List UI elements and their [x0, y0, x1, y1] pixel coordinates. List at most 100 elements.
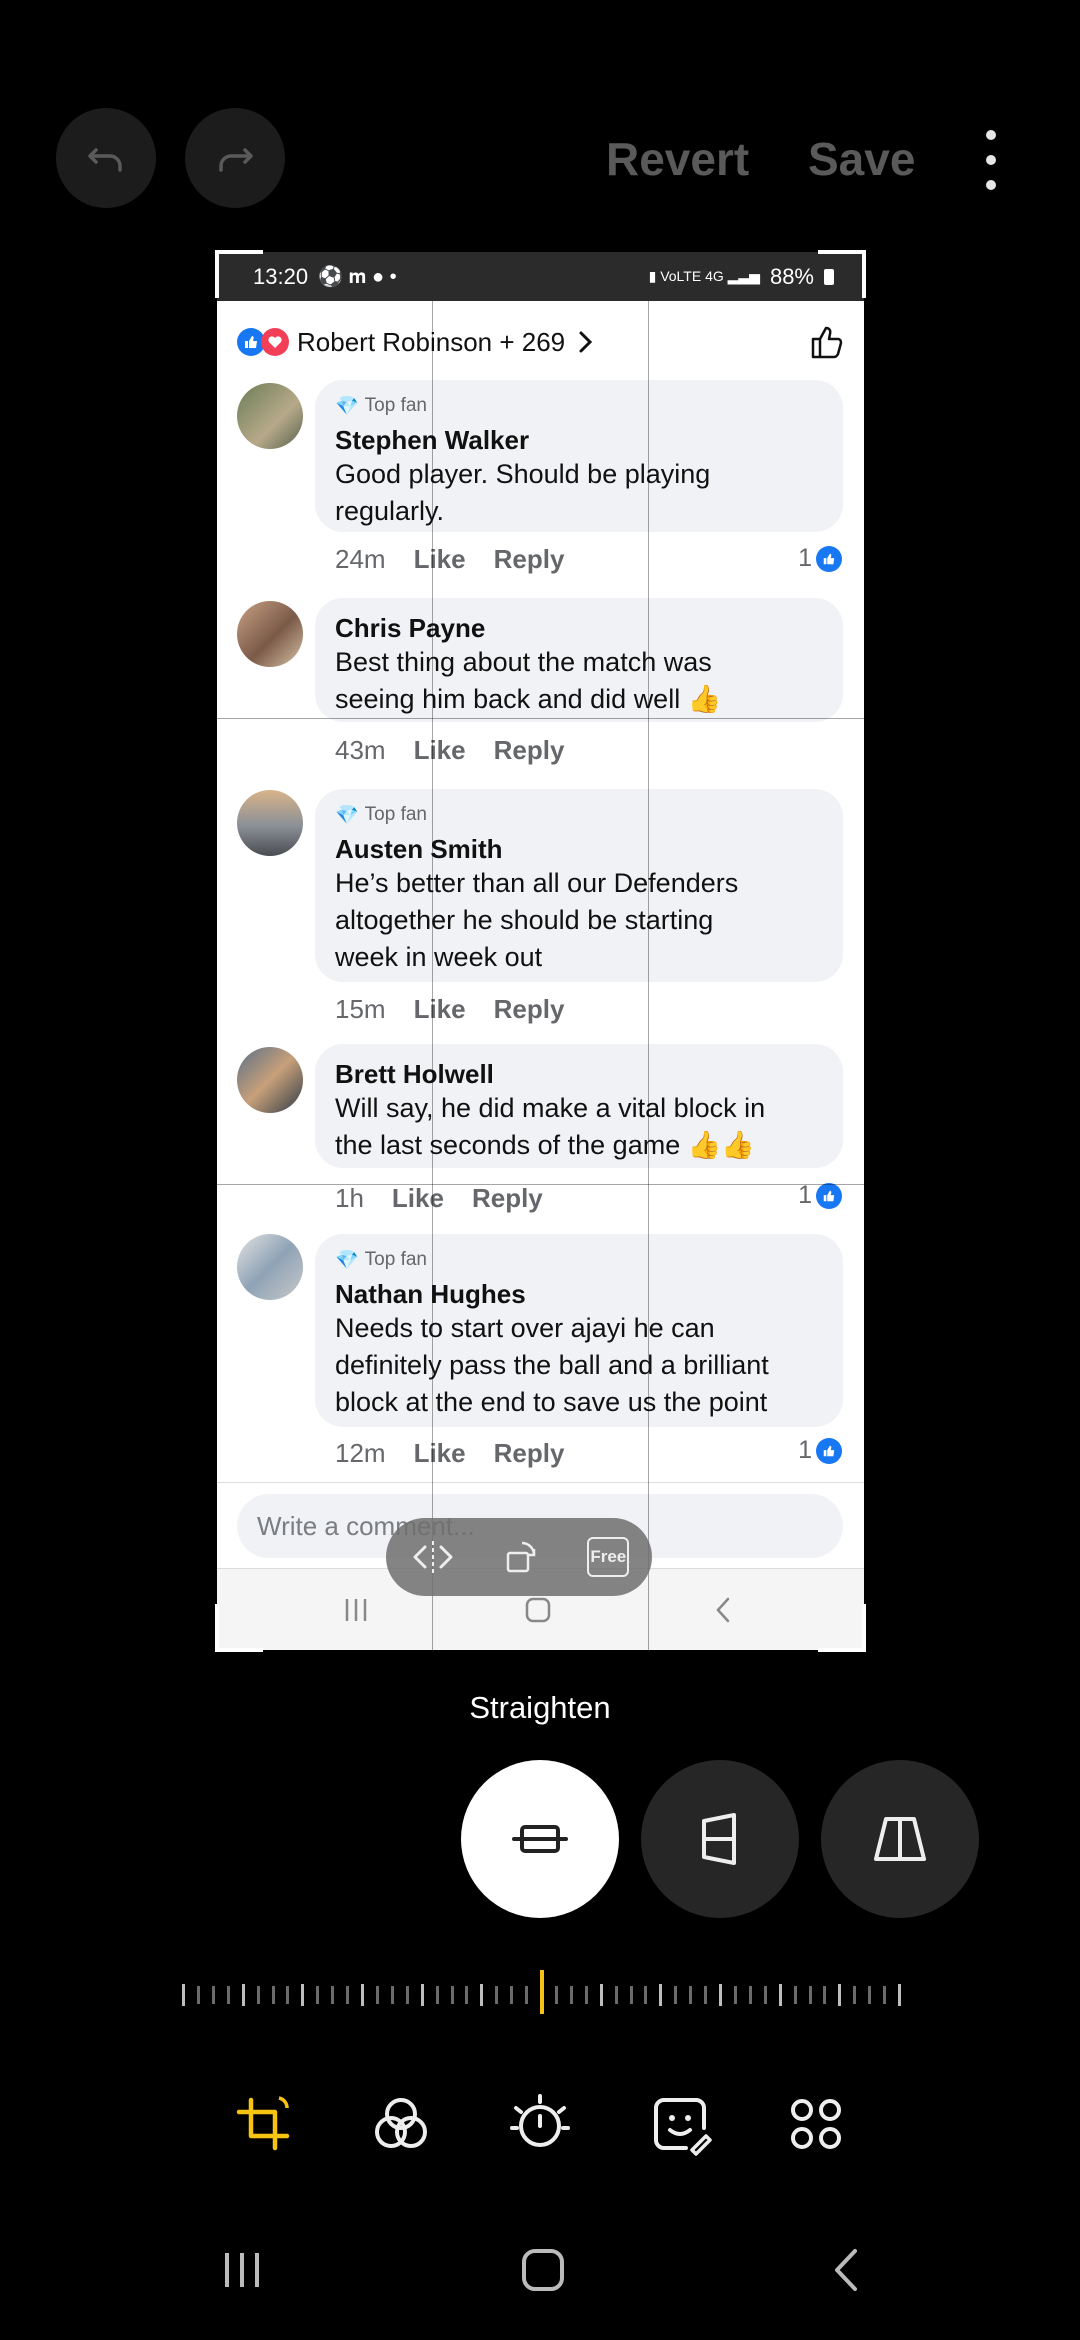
- comment-text-line: week in week out: [335, 942, 543, 972]
- redo-button[interactable]: [185, 108, 285, 208]
- like-count: 1: [798, 1181, 842, 1210]
- thumbs-up-outline-icon[interactable]: [807, 322, 847, 362]
- crop-handle-top-right[interactable]: [818, 250, 866, 298]
- comment-time: 24m: [335, 544, 386, 574]
- image-preview[interactable]: 13:20 ⚽ 𝐦 ● • ▮ VoLTE 4G ▂▃▅ 88% Robert …: [217, 252, 864, 1650]
- like-link[interactable]: Like: [414, 544, 466, 575]
- comment-actions: 12m Like Reply: [335, 1438, 564, 1469]
- decorations-tool-button[interactable]: [646, 2090, 714, 2158]
- dial-tick: [615, 1986, 618, 2004]
- commenter-name: Austen Smith: [335, 834, 503, 864]
- notification-icons: ⚽ 𝐦 ● •: [318, 266, 397, 288]
- commenter-name: Stephen Walker: [335, 425, 530, 455]
- comment-text-line: Needs to start over ajayi he can: [335, 1313, 715, 1343]
- straighten-button[interactable]: [461, 1760, 619, 1918]
- dial-tick: [659, 1984, 662, 2006]
- reactions-summary[interactable]: Robert Robinson + 269: [237, 314, 847, 370]
- comment-text-line: Good player. Should be playing: [335, 459, 711, 489]
- rotate-icon[interactable]: [502, 1537, 542, 1577]
- like-badge-icon: [816, 545, 842, 572]
- crop-rotate-tool-button[interactable]: [229, 2090, 297, 2158]
- dial-tick: [316, 1986, 319, 2004]
- more-tools-button[interactable]: [782, 2090, 850, 2158]
- reply-link[interactable]: Reply: [494, 735, 565, 766]
- comment-text-line: Best thing about the match was: [335, 647, 712, 677]
- dial-tick: [301, 1984, 304, 2006]
- revert-button[interactable]: Revert: [606, 132, 749, 186]
- avatar[interactable]: [237, 601, 303, 667]
- crop-handle-top-left[interactable]: [215, 250, 263, 298]
- adjust-tool-button[interactable]: [506, 2090, 574, 2158]
- comment-time: 15m: [335, 994, 386, 1024]
- comment-text-line: Will say, he did make a vital block in: [335, 1093, 766, 1123]
- filters-tool-button[interactable]: [367, 2090, 435, 2158]
- avatar[interactable]: [237, 790, 303, 856]
- comment-bubble[interactable]: 💎 Top fan Nathan Hughes Needs to start o…: [315, 1234, 843, 1427]
- dial-tick: [674, 1986, 677, 2004]
- more-options-icon: [986, 130, 996, 140]
- avatar[interactable]: [237, 1047, 303, 1113]
- flip-icon[interactable]: [409, 1537, 457, 1577]
- like-link[interactable]: Like: [414, 735, 466, 766]
- crop-handle-bottom-right[interactable]: [818, 1604, 866, 1652]
- recents-icon: [345, 1599, 367, 1621]
- undo-icon: [88, 148, 122, 172]
- like-badge-icon: [816, 1437, 842, 1464]
- dial-tick: [689, 1986, 692, 2004]
- dial-tick: [779, 1984, 782, 2006]
- comment-bubble[interactable]: 💎 Top fan Austen Smith He’s better than …: [315, 789, 843, 982]
- dial-tick: [764, 1986, 767, 2004]
- top-fan-badge: 💎 Top fan: [335, 395, 427, 417]
- system-recents-button[interactable]: [212, 2240, 272, 2300]
- comment-bubble[interactable]: Chris Payne Best thing about the match w…: [315, 598, 843, 722]
- dial-tick: [734, 1986, 737, 2004]
- reply-link[interactable]: Reply: [494, 1438, 565, 1469]
- horizontal-perspective-icon: [874, 1817, 926, 1861]
- free-aspect-button[interactable]: Free: [587, 1537, 630, 1577]
- reply-link[interactable]: Reply: [494, 994, 565, 1025]
- recents-icon: [225, 2253, 259, 2287]
- commenter-name: Nathan Hughes: [335, 1279, 526, 1309]
- vertical-perspective-button[interactable]: [641, 1760, 799, 1918]
- comment-actions: 43m Like Reply: [335, 735, 564, 766]
- dial-tick: [644, 1986, 647, 2004]
- system-home-button[interactable]: [513, 2240, 573, 2300]
- like-link[interactable]: Like: [414, 994, 466, 1025]
- top-fan-badge: 💎 Top fan: [335, 804, 427, 826]
- undo-button[interactable]: [56, 108, 156, 208]
- dial-tick: [570, 1986, 573, 2004]
- crop-handle-bottom-left[interactable]: [215, 1604, 263, 1652]
- comment-bubble[interactable]: 💎 Top fan Stephen Walker Good player. Sh…: [315, 380, 843, 532]
- reply-link[interactable]: Reply: [494, 544, 565, 575]
- like-link[interactable]: Like: [414, 1438, 466, 1469]
- horizontal-perspective-button[interactable]: [821, 1760, 979, 1918]
- avatar[interactable]: [237, 383, 303, 449]
- love-reaction-icon: [261, 328, 289, 356]
- reply-link[interactable]: Reply: [472, 1183, 543, 1214]
- comment-text-line: seeing him back and did well 👍: [335, 684, 722, 714]
- like-count: 1: [798, 544, 842, 573]
- dial-tick: [525, 1986, 528, 2004]
- top-fan-badge: 💎 Top fan: [335, 1249, 427, 1271]
- dial-tick: [346, 1986, 349, 2004]
- more-options-button[interactable]: [976, 130, 1006, 190]
- dial-tick: [242, 1984, 245, 2006]
- comment-actions: 1h Like Reply: [335, 1183, 543, 1214]
- dial-tick: [749, 1986, 752, 2004]
- comment-actions: 15m Like Reply: [335, 994, 564, 1025]
- avatar[interactable]: [237, 1234, 303, 1300]
- angle-dial[interactable]: [182, 1970, 901, 2014]
- commenter-name: Chris Payne: [335, 613, 486, 643]
- brightness-dial-icon: [510, 2094, 570, 2147]
- comment-bubble[interactable]: Brett Holwell Will say, he did make a vi…: [315, 1044, 843, 1168]
- chevron-right-icon: [579, 331, 593, 353]
- home-icon: [525, 1597, 551, 1623]
- save-button[interactable]: Save: [808, 132, 915, 186]
- dial-tick: [465, 1986, 468, 2004]
- dial-tick: [391, 1986, 394, 2004]
- vertical-perspective-icon: [702, 1813, 736, 1865]
- dial-tick: [436, 1986, 439, 2004]
- like-link[interactable]: Like: [392, 1183, 444, 1214]
- system-back-button[interactable]: [818, 2240, 878, 2300]
- crop-grid-line: [432, 301, 433, 1650]
